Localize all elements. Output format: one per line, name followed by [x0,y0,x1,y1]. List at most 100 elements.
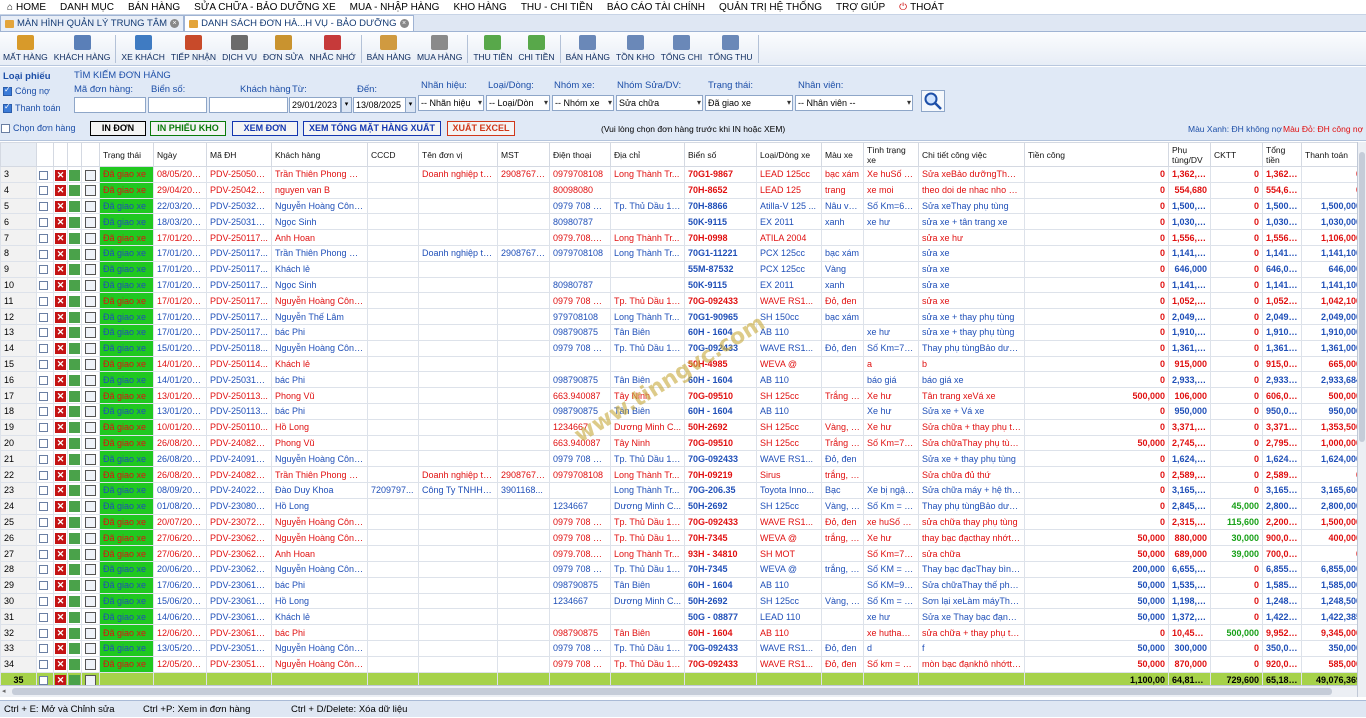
document-cell[interactable] [81,355,100,373]
delete-cell[interactable]: ✕ [53,545,68,562]
document-cell[interactable] [81,418,100,436]
row-checkbox[interactable] [36,166,54,183]
menu-item-0[interactable]: ⌂ HOME [0,0,53,15]
edit-cell[interactable] [67,434,82,452]
row-checkbox[interactable] [36,213,54,231]
edit-cell[interactable] [67,213,82,231]
document-cell[interactable] [81,513,100,531]
table-row[interactable]: 19 ✕ Đã giao xe 10/01/202... PDV-250110... Hồ… [0,418,1357,436]
scroll-thumb[interactable] [12,688,1332,695]
row-checkbox[interactable] [36,624,54,641]
delete-cell[interactable]: ✕ [53,229,68,246]
table-row[interactable]: 24 ✕ Đã giao xe 01/08/202... PDV-230801... Hồ… [0,497,1357,515]
row-checkbox[interactable] [36,434,54,452]
row-checkbox[interactable] [36,402,54,420]
row-checkbox[interactable] [36,513,54,531]
edit-cell[interactable] [67,402,82,420]
xem-tong-mat-hang-button[interactable]: XEM TỔNG MẶT HÀNG XUẤT [303,121,441,136]
edit-cell[interactable] [67,655,82,673]
document-cell[interactable] [81,466,100,483]
toolbar-button-14[interactable]: TỔNG THU [705,32,755,66]
close-icon[interactable]: × [399,19,409,28]
delete-cell[interactable]: ✕ [53,639,68,657]
delete-cell[interactable]: ✕ [53,260,68,278]
edit-cell[interactable] [67,355,82,373]
table-row[interactable]: 29 ✕ Đã giao xe 17/06/202... PDV-230617... bá… [0,576,1357,594]
column-header[interactable]: Ngày [153,142,207,167]
toolbar-button-2[interactable]: XE KHÁCH [118,32,167,66]
document-cell[interactable] [81,671,100,685]
delete-cell[interactable]: ✕ [53,592,68,610]
delete-cell[interactable]: ✕ [53,402,68,420]
column-header[interactable]: Điện thoại [549,142,611,167]
document-cell[interactable] [81,529,100,547]
document-cell[interactable] [81,166,100,183]
row-checkbox[interactable] [36,276,54,294]
table-row[interactable]: 4 ✕ Đã giao xe 29/04/202... PDV-250429... ngu… [0,181,1357,199]
xuat-excel-button[interactable]: XUẤT EXCEL [447,121,515,136]
edit-cell[interactable] [67,308,82,325]
edit-cell[interactable] [67,497,82,515]
column-header[interactable]: Tình trạng xe [863,142,919,167]
edit-cell[interactable] [67,529,82,547]
column-header[interactable]: Khách hàng [271,142,368,167]
delete-cell[interactable]: ✕ [53,529,68,547]
row-checkbox[interactable] [36,466,54,483]
table-row[interactable]: 33 ✕ Đã giao xe 13/05/202... PDV-230513... Ng… [0,639,1357,657]
delete-cell[interactable]: ✕ [53,497,68,515]
table-row[interactable]: 27 ✕ Đã giao xe 27/06/202... PDV-230627... An… [0,545,1357,562]
table-row[interactable]: 13 ✕ Đã giao xe 17/01/202... PDV-250117... bá… [0,323,1357,341]
table-row[interactable]: 30 ✕ Đã giao xe 15/06/202... PDV-230615... Hồ… [0,592,1357,610]
row-checkbox[interactable] [36,355,54,373]
khach-hang-input[interactable] [209,97,288,113]
search-button[interactable] [921,90,945,112]
table-row[interactable]: 21 ✕ Đã giao xe 26/08/202... PDV-240915... Ng… [0,450,1357,468]
column-header[interactable]: Tiền công [1024,142,1169,167]
edit-cell[interactable] [67,450,82,468]
document-cell[interactable] [81,260,100,278]
delete-cell[interactable]: ✕ [53,624,68,641]
row-checkbox[interactable] [36,481,54,499]
table-row[interactable]: 22 ✕ Đã giao xe 26/08/202... PDV-240826... Tr… [0,466,1357,483]
toolbar-button-1[interactable]: KHÁCH HÀNG [51,32,114,66]
nhan-vien-select[interactable]: -- Nhân viên -- [795,95,913,111]
toolbar-button-3[interactable]: TIẾP NHẬN [168,32,219,66]
document-cell[interactable] [81,639,100,657]
toolbar-button-0[interactable]: MẤT HÀNG [0,32,51,66]
row-checkbox[interactable] [36,560,54,578]
edit-cell[interactable] [67,624,82,641]
delete-cell[interactable]: ✕ [53,671,68,685]
table-row[interactable]: 18 ✕ Đã giao xe 13/01/202... PDV-250113... bá… [0,402,1357,420]
column-header[interactable]: Loại/Dòng xe [756,142,822,167]
document-cell[interactable] [81,592,100,610]
column-header[interactable]: Phụ tùng/DV [1168,142,1211,167]
row-checkbox[interactable] [36,529,54,547]
document-cell[interactable] [81,339,100,357]
row-checkbox[interactable] [36,323,54,341]
delete-cell[interactable]: ✕ [53,481,68,499]
scroll-left-icon[interactable]: ◂ [2,688,8,695]
column-header[interactable]: Tổng tiền [1262,142,1302,167]
xem-don-button[interactable]: XEM ĐƠN [232,121,298,136]
delete-cell[interactable]: ✕ [53,576,68,594]
chon-don-hang-checkbox[interactable]: Chọn đơn hàng [1,123,75,134]
table-row[interactable]: 12 ✕ Đã giao xe 17/01/202... PDV-250117... Ng… [0,308,1357,325]
document-cell[interactable] [81,387,100,404]
toolbar-button-7[interactable]: BÁN HÀNG [364,32,414,66]
column-header[interactable]: MST [497,142,550,167]
toolbar-button-12[interactable]: TỒN KHO [613,32,658,66]
row-checkbox[interactable] [36,387,54,404]
edit-cell[interactable] [67,560,82,578]
row-checkbox[interactable] [36,244,54,262]
delete-cell[interactable]: ✕ [53,387,68,404]
document-cell[interactable] [81,323,100,341]
column-header[interactable]: Địa chỉ [610,142,685,167]
horizontal-scrollbar[interactable]: ◂ [0,685,1357,697]
tab-0[interactable]: MÀN HÌNH QUẢN LÝ TRUNG TÂM × [0,15,185,31]
loai-dong-select[interactable]: -- Loại/Dòn [486,95,550,111]
document-cell[interactable] [81,276,100,294]
edit-cell[interactable] [67,197,82,215]
edit-cell[interactable] [67,371,82,389]
edit-cell[interactable] [67,513,82,531]
delete-cell[interactable]: ✕ [53,166,68,183]
